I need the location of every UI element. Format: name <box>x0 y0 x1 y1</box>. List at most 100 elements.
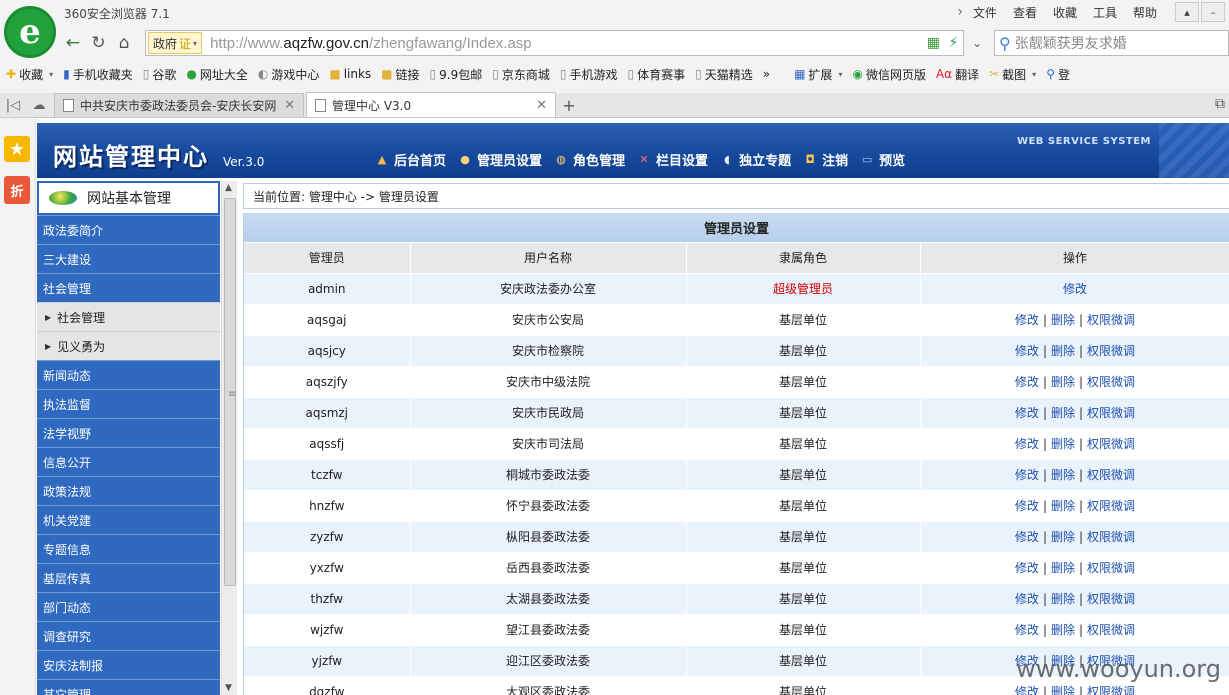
tab-anqing-site[interactable]: 中共安庆市委政法委员会-安庆长安网 ✕ <box>54 93 304 117</box>
bookmark-tmall[interactable]: ▯ 天猫精选 <box>695 66 753 83</box>
home-icon[interactable]: ⌂ <box>111 30 137 56</box>
menu-help[interactable]: 帮助 <box>1133 4 1157 21</box>
permission-adjust-link[interactable]: 权限微调 <box>1087 344 1135 358</box>
edit-link[interactable]: 修改 <box>1015 437 1039 451</box>
sidebar-subitem[interactable]: ▶ 社会管理 <box>37 302 220 331</box>
discount-icon[interactable]: 折 <box>4 176 30 204</box>
url-text[interactable]: http://www.aqzfw.gov.cn/zhengfawang/Inde… <box>210 35 923 52</box>
scroll-thumb[interactable]: ≡ <box>224 198 236 586</box>
menu-tools[interactable]: 工具 <box>1093 4 1117 21</box>
delete-link[interactable]: 删除 <box>1051 375 1075 389</box>
bookmark-mobile-games[interactable]: ▯ 手机游戏 <box>560 66 618 83</box>
bookmark-links-folder[interactable]: ■ links <box>329 67 371 81</box>
permission-adjust-link[interactable]: 权限微调 <box>1087 592 1135 606</box>
bookmark-games[interactable]: ◐ 游戏中心 <box>258 66 320 83</box>
lightning-icon[interactable]: ⚡ <box>943 33 963 53</box>
nav-column-settings[interactable]: ✕ 栏目设置 <box>637 150 708 169</box>
permission-adjust-link[interactable]: 权限微调 <box>1087 623 1135 637</box>
browser-logo-icon[interactable]: e <box>4 6 56 58</box>
edit-link[interactable]: 修改 <box>1015 623 1039 637</box>
nav-preview[interactable]: ▭ 预览 <box>860 150 905 169</box>
sidebar-item[interactable]: 法学视野 <box>37 418 220 447</box>
nav-role-management[interactable]: ◍ 角色管理 <box>554 150 625 169</box>
bookmark-sites[interactable]: ● 网址大全 <box>186 66 248 83</box>
permission-adjust-link[interactable]: 权限微调 <box>1087 499 1135 513</box>
edit-link[interactable]: 修改 <box>1015 406 1039 420</box>
nav-admin-settings[interactable]: ● 管理员设置 <box>458 150 542 169</box>
bookmark-sports[interactable]: ▯ 体育赛事 <box>627 66 685 83</box>
search-input[interactable]: 张靓颖获男友求婚 <box>1015 33 1127 53</box>
back-icon[interactable]: ← <box>60 30 86 56</box>
edit-link[interactable]: 修改 <box>1015 685 1039 695</box>
search-icon[interactable]: ⚲ <box>999 34 1011 53</box>
tab-admin-center[interactable]: 管理中心 V3.0 ✕ <box>306 92 556 117</box>
bookmark-screenshot[interactable]: ✂ 截图 ▾ <box>989 66 1036 83</box>
restore-tab-icon[interactable]: ⧉ <box>1215 96 1225 112</box>
sidebar-item[interactable]: 政法委简介 <box>37 215 220 244</box>
bookmark-mobile[interactable]: ▮ 手机收藏夹 <box>63 66 133 83</box>
sidebar-item[interactable]: 调查研究 <box>37 621 220 650</box>
edit-link[interactable]: 修改 <box>1015 375 1039 389</box>
sidebar-item[interactable]: 社会管理 <box>37 273 220 302</box>
edit-link[interactable]: 修改 <box>1063 282 1087 296</box>
menu-file[interactable]: 文件 <box>973 4 997 21</box>
sidebar-item[interactable]: 专题信息 <box>37 534 220 563</box>
scroll-down-icon[interactable]: ▼ <box>225 683 232 693</box>
edit-link[interactable]: 修改 <box>1015 592 1039 606</box>
delete-link[interactable]: 删除 <box>1051 437 1075 451</box>
bookmark-login[interactable]: ⚲ 登 <box>1046 66 1070 83</box>
skin-icon[interactable]: ▴ <box>1175 2 1199 22</box>
menu-header[interactable]: 网站基本管理 <box>37 181 220 215</box>
sidebar-item[interactable]: 机关党建 <box>37 505 220 534</box>
bookmark-wechat[interactable]: ◉ 微信网页版 <box>852 66 926 83</box>
edit-link[interactable]: 修改 <box>1015 313 1039 327</box>
permission-adjust-link[interactable]: 权限微调 <box>1087 406 1135 420</box>
delete-link[interactable]: 删除 <box>1051 499 1075 513</box>
sidebar-item[interactable]: 部门动态 <box>37 592 220 621</box>
sidebar-subitem[interactable]: ▶ 见义勇为 <box>37 331 220 360</box>
nav-special-topics[interactable]: ◖ 独立专题 <box>720 150 791 169</box>
scroll-up-icon[interactable]: ▲ <box>225 183 232 193</box>
sidebar-item[interactable]: 安庆法制报 <box>37 650 220 679</box>
new-tab-button[interactable]: + <box>556 93 582 117</box>
bookmark-links2-folder[interactable]: ■ 链接 <box>381 66 419 83</box>
sidebar-toggle-icon[interactable]: |◁ <box>0 93 26 117</box>
delete-link[interactable]: 删除 <box>1051 406 1075 420</box>
delete-link[interactable]: 删除 <box>1051 685 1075 695</box>
sidebar-item[interactable]: 信息公开 <box>37 447 220 476</box>
permission-adjust-link[interactable]: 权限微调 <box>1087 313 1135 327</box>
close-icon[interactable]: ✕ <box>536 98 547 113</box>
chevron-down-icon[interactable]: ⌄ <box>964 30 990 56</box>
menu-view[interactable]: 查看 <box>1013 4 1037 21</box>
permission-adjust-link[interactable]: 权限微调 <box>1087 685 1135 695</box>
search-box[interactable]: ⚲ 张靓颖获男友求婚 <box>994 30 1229 56</box>
more-bookmarks-icon[interactable]: » <box>763 67 770 81</box>
nav-logout[interactable]: ◘ 注销 <box>803 150 848 169</box>
menu-favorites[interactable]: 收藏 <box>1053 4 1077 21</box>
sidebar-item[interactable]: 新闻动态 <box>37 360 220 389</box>
sidebar-item[interactable]: 政策法规 <box>37 476 220 505</box>
delete-link[interactable]: 删除 <box>1051 313 1075 327</box>
sidebar-item[interactable]: 三大建设 <box>37 244 220 273</box>
chevron-right-icon[interactable]: › <box>957 4 963 20</box>
nav-dashboard[interactable]: ▲ 后台首页 <box>375 150 446 169</box>
refresh-icon[interactable]: ↻ <box>86 30 112 56</box>
delete-link[interactable]: 删除 <box>1051 468 1075 482</box>
left-menu-scrollbar[interactable]: ▲ ≡ ▼ <box>221 181 237 695</box>
close-icon[interactable]: ✕ <box>284 98 295 113</box>
bookmark-shipping[interactable]: ▯ 9.9包邮 <box>430 66 483 83</box>
delete-link[interactable]: 删除 <box>1051 592 1075 606</box>
permission-adjust-link[interactable]: 权限微调 <box>1087 530 1135 544</box>
sidebar-item[interactable]: 基层传真 <box>37 563 220 592</box>
gov-site-badge[interactable]: 政府 证 ▾ <box>148 32 203 54</box>
delete-link[interactable]: 删除 <box>1051 530 1075 544</box>
bookmark-extensions[interactable]: ▦ 扩展 ▾ <box>794 66 842 83</box>
sidebar-item[interactable]: 其它管理 <box>37 679 220 695</box>
delete-link[interactable]: 删除 <box>1051 344 1075 358</box>
permission-adjust-link[interactable]: 权限微调 <box>1087 437 1135 451</box>
edit-link[interactable]: 修改 <box>1015 561 1039 575</box>
edit-link[interactable]: 修改 <box>1015 530 1039 544</box>
bookmark-translate[interactable]: Aα 翻译 <box>936 66 979 83</box>
permission-adjust-link[interactable]: 权限微调 <box>1087 468 1135 482</box>
permission-adjust-link[interactable]: 权限微调 <box>1087 561 1135 575</box>
